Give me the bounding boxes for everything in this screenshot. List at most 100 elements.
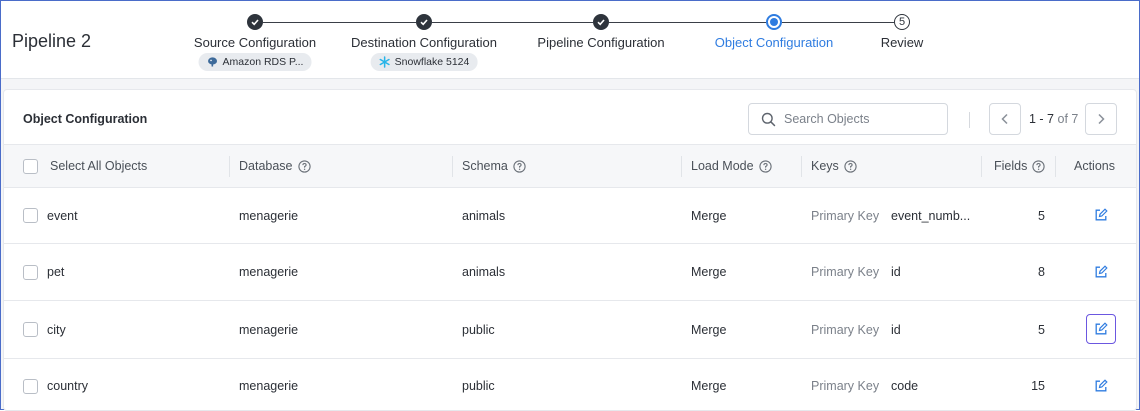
database-cell: menagerie <box>239 322 299 337</box>
row-checkbox[interactable] <box>23 322 38 337</box>
table-row: city menagerie public Merge Primary Key … <box>4 301 1136 359</box>
column-separator <box>681 156 682 177</box>
pipeline-header: Pipeline 2 5 Source Configuration Destin… <box>1 1 1139 79</box>
step-object-active-icon <box>766 14 782 30</box>
row-select[interactable]: country <box>23 359 88 410</box>
object-name: pet <box>47 265 65 279</box>
database-cell: menagerie <box>239 265 299 279</box>
step-label-destination[interactable]: Destination Configuration <box>351 35 497 50</box>
column-keys: Keys <box>811 145 857 187</box>
row-select[interactable]: event <box>23 188 78 243</box>
database-cell: menagerie <box>239 379 299 393</box>
key-value-cell: id <box>891 265 901 279</box>
column-separator <box>1055 156 1056 177</box>
edit-button[interactable] <box>1086 371 1116 401</box>
help-icon[interactable] <box>1032 159 1045 173</box>
fields-count-cell: 8 <box>1038 265 1045 279</box>
help-icon[interactable] <box>513 159 526 173</box>
column-schema: Schema <box>462 145 526 187</box>
card-title: Object Configuration <box>23 112 148 126</box>
chevron-left-icon <box>1001 113 1008 125</box>
load-mode-cell[interactable]: Merge <box>691 301 726 358</box>
step-connector <box>432 22 593 23</box>
fields-count-cell: 5 <box>1038 322 1045 337</box>
step-label-pipeline[interactable]: Pipeline Configuration <box>537 35 664 50</box>
object-name: city <box>47 322 66 337</box>
help-icon[interactable] <box>844 159 857 173</box>
step-connector <box>782 22 894 23</box>
key-value-cell: code <box>891 379 919 393</box>
edit-button[interactable] <box>1086 257 1116 287</box>
step-destination-check-icon[interactable] <box>416 14 432 30</box>
edit-icon <box>1095 208 1108 221</box>
stepper: 5 Source Configuration Destination Confi… <box>1 1 1139 79</box>
key-type-cell: Primary Key <box>811 265 880 279</box>
schema-cell: public <box>462 322 495 337</box>
search-box[interactable] <box>748 103 948 135</box>
search-icon <box>761 112 776 126</box>
step-review-number: 5 <box>894 14 910 30</box>
edit-button[interactable] <box>1086 200 1116 230</box>
key-value-cell: event_numb... <box>891 208 971 223</box>
pagination-total: of 7 <box>1057 112 1079 126</box>
help-icon[interactable] <box>758 159 772 173</box>
column-load-mode: Load Mode <box>691 145 772 187</box>
column-separator <box>801 156 802 177</box>
column-database: Database <box>239 145 311 187</box>
row-checkbox[interactable] <box>23 264 38 280</box>
key-type-cell: Primary Key <box>811 208 880 223</box>
source-chip-label: Amazon RDS P... <box>222 56 304 68</box>
edit-icon <box>1095 379 1108 392</box>
table-row: pet menagerie animals Merge Primary Key … <box>4 244 1136 301</box>
edit-icon <box>1095 265 1108 278</box>
search-input[interactable] <box>784 112 934 126</box>
table-row: event menagerie animals Merge Primary Ke… <box>4 188 1136 244</box>
destination-chip-label: Snowflake 5124 <box>394 56 470 68</box>
object-name: country <box>47 379 88 393</box>
object-name: event <box>47 208 78 223</box>
row-checkbox[interactable] <box>23 378 38 394</box>
source-chip: Amazon RDS P... <box>198 53 312 71</box>
edit-button[interactable] <box>1086 314 1116 344</box>
pagination-label: 1 - 7 of 7 <box>1029 112 1078 126</box>
row-select[interactable]: pet <box>23 244 64 300</box>
step-connector <box>263 22 416 23</box>
step-source-check-icon[interactable] <box>247 14 263 30</box>
pagination-range: 1 - 7 <box>1029 112 1055 126</box>
next-page-button[interactable] <box>1085 103 1117 135</box>
column-fields-label: Fields <box>994 159 1028 173</box>
column-keys-label: Keys <box>811 159 839 173</box>
schema-cell: animals <box>462 208 506 223</box>
chevron-right-icon <box>1098 113 1105 125</box>
postgres-icon <box>208 57 218 67</box>
fields-count-cell: 5 <box>1038 208 1045 223</box>
row-checkbox[interactable] <box>23 208 38 223</box>
column-separator <box>229 156 230 177</box>
column-fields: Fields <box>994 145 1045 187</box>
load-mode-cell[interactable]: Merge <box>691 244 726 300</box>
object-configuration-card: Object Configuration 1 - 7 of 7 <box>3 89 1137 411</box>
database-cell: menagerie <box>239 208 299 223</box>
step-label-object: Object Configuration <box>714 35 834 50</box>
edit-icon <box>1095 322 1108 335</box>
toolbar-divider <box>969 112 970 128</box>
key-type-cell: Primary Key <box>811 322 880 337</box>
column-separator <box>981 156 982 177</box>
previous-page-button[interactable] <box>989 103 1021 135</box>
step-pipeline-check-icon[interactable] <box>593 14 609 30</box>
schema-cell: public <box>462 379 495 393</box>
step-label-source[interactable]: Source Configuration <box>194 35 316 50</box>
load-mode-cell[interactable]: Merge <box>691 188 726 243</box>
column-separator <box>452 156 453 177</box>
column-load-mode-label: Load Mode <box>691 159 754 173</box>
select-all-checkbox[interactable] <box>23 158 38 174</box>
schema-cell: animals <box>462 265 506 279</box>
select-all-column[interactable]: Select All Objects <box>23 145 147 187</box>
column-actions-label: Actions <box>1074 159 1115 173</box>
help-icon[interactable] <box>297 159 311 173</box>
row-select[interactable]: city <box>23 301 66 358</box>
table-row: country menagerie public Merge Primary K… <box>4 359 1136 410</box>
app-frame: Pipeline 2 5 Source Configuration Destin… <box>0 0 1140 411</box>
load-mode-cell[interactable]: Merge <box>691 359 726 410</box>
column-database-label: Database <box>239 159 293 173</box>
